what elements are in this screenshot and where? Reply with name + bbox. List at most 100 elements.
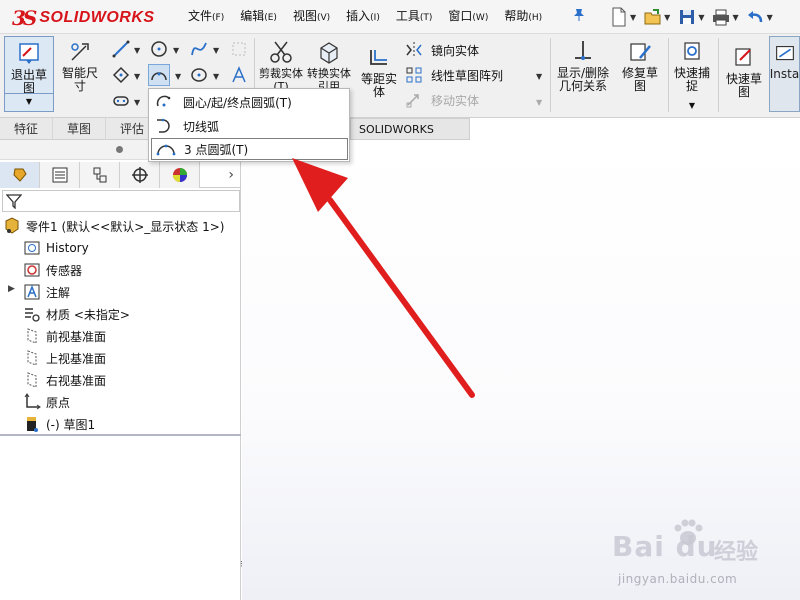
move-entities-button[interactable]: 移动实体 — [405, 90, 479, 110]
ellipse-button[interactable] — [188, 64, 210, 86]
menu-help[interactable]: 帮助(H) — [496, 0, 550, 32]
expand-arrow-icon[interactable]: ▶ — [8, 284, 15, 294]
chevron-down-icon[interactable]: ▼ — [213, 46, 219, 55]
tab-configuration-manager[interactable] — [80, 162, 120, 188]
convert-entities-button[interactable]: 转换实体引用 — [306, 38, 352, 93]
paw-icon — [674, 519, 703, 545]
command-manager: 退出草图 ▼ 智能尺寸 ▼ ▼ ▼ ▼ ▼ ▼ ▼ 剪裁实体(T) 转换实体引用… — [0, 34, 800, 118]
chevron-down-icon[interactable]: ▼ — [5, 93, 53, 109]
tab-dimxpert-manager[interactable] — [120, 162, 160, 188]
menu-edit[interactable]: 编辑(E) — [232, 0, 285, 32]
tree-item-origin[interactable]: 原点 — [22, 392, 70, 412]
chevron-down-icon[interactable]: ▼ — [536, 98, 542, 107]
separator — [718, 38, 719, 112]
smart-dimension-icon — [71, 43, 89, 61]
tree-item-sketch1[interactable]: (-) 草图1 — [22, 414, 95, 434]
chevron-down-icon[interactable]: ▼ — [213, 72, 219, 81]
sketch-icon — [22, 415, 42, 433]
display-relations-label: 显示/删除几何关系 — [556, 66, 610, 93]
circle-button[interactable] — [148, 38, 170, 60]
menu-tools[interactable]: 工具(T) — [388, 0, 441, 32]
quick-snaps-button[interactable]: 快速捕捉 ▼ — [670, 38, 714, 112]
chevron-down-icon[interactable]: ▼ — [173, 46, 179, 55]
menu-item-3point-arc[interactable]: 3 点圆弧(T) — [151, 138, 348, 160]
trim-entities-button[interactable]: 剪裁实体(T) — [258, 38, 304, 93]
tree-item-front-plane[interactable]: 前视基准面 — [22, 326, 106, 346]
tree-item-sensors[interactable]: 传感器 — [22, 260, 82, 280]
linear-pattern-label: 线性草图阵列 — [431, 68, 504, 83]
line-button[interactable] — [110, 38, 132, 60]
chevron-down-icon[interactable]: ▼ — [767, 13, 773, 22]
tree-item-top-plane[interactable]: 上视基准面 — [22, 348, 106, 368]
rollback-bar[interactable] — [0, 434, 241, 436]
exit-sketch-button[interactable]: 退出草图 ▼ — [4, 36, 54, 112]
display-relations-button[interactable]: 显示/删除几何关系 — [553, 38, 613, 93]
spline-button[interactable] — [188, 38, 210, 60]
tab-solidworks-mbd[interactable]: SOLIDWORKS MBD — [350, 118, 470, 158]
menu-view[interactable]: 视图(V) — [285, 0, 338, 32]
new-button[interactable]: ▼ — [610, 4, 636, 30]
chevron-down-icon[interactable]: ▼ — [732, 13, 738, 22]
undo-button[interactable]: ▼ — [747, 4, 773, 30]
chevron-down-icon[interactable]: ▼ — [134, 98, 140, 107]
watermark-cn: 经验 — [714, 540, 759, 565]
print-button[interactable]: ▼ — [712, 4, 739, 30]
chevron-down-icon[interactable]: ▼ — [134, 72, 140, 81]
sketch-text-icon — [232, 66, 246, 83]
tab-property-manager[interactable] — [40, 162, 80, 188]
tree-filter[interactable] — [2, 190, 240, 212]
more-tabs-chevron-icon[interactable]: › — [200, 162, 238, 188]
rectangle-button[interactable] — [110, 64, 132, 86]
feature-manager-panel: › 零件1 (默认<<默认>_显示状态 1>) History 传感器 ▶ 注解… — [0, 140, 243, 600]
tree-item-label: 前视基准面 — [46, 329, 107, 344]
menu-insert[interactable]: 插入(I) — [338, 0, 388, 32]
menu-item-tangent-arc[interactable]: 切线弧 — [151, 115, 348, 137]
3point-arc-icon — [156, 144, 176, 156]
rectangle-icon — [112, 66, 130, 84]
trim-scissors-icon — [270, 41, 292, 63]
tree-item-history[interactable]: History — [22, 238, 89, 258]
move-entities-label: 移动实体 — [431, 93, 480, 108]
solidworks-logo[interactable]: 3S SOLIDWORKS — [12, 6, 155, 30]
linear-pattern-button[interactable]: 线性草图阵列 — [405, 65, 503, 85]
chevron-down-icon[interactable]: ▼ — [134, 46, 140, 55]
tab-feature-manager[interactable] — [0, 162, 40, 188]
repair-sketch-button[interactable]: 修复草图 — [618, 38, 662, 93]
smart-dimension-button[interactable]: 智能尺寸 — [58, 38, 102, 93]
text-button[interactable] — [228, 64, 250, 86]
chevron-down-icon[interactable]: ▼ — [698, 13, 704, 22]
centerpoint-arc-icon — [156, 95, 171, 107]
plane-button[interactable] — [228, 38, 250, 60]
rapid-sketch-button[interactable]: 快速草图 — [721, 44, 767, 99]
chevron-down-icon[interactable]: ▼ — [664, 13, 670, 22]
mirror-entities-button[interactable]: 镜向实体 — [405, 40, 479, 60]
tree-item-right-plane[interactable]: 右视基准面 — [22, 370, 106, 390]
chevron-down-icon[interactable]: ▼ — [175, 72, 181, 81]
save-button[interactable]: ▼ — [678, 4, 704, 30]
menu-window[interactable]: 窗口(W) — [440, 0, 496, 32]
open-button[interactable]: ▼ — [644, 4, 670, 30]
exit-sketch-icon — [19, 43, 39, 64]
chevron-down-icon[interactable]: ▼ — [536, 72, 542, 81]
mirror-entities-label: 镜向实体 — [431, 43, 480, 58]
tree-item-material[interactable]: 材质 <未指定> — [22, 304, 130, 324]
tab-display-manager[interactable] — [160, 162, 200, 188]
pin-icon[interactable] — [571, 8, 587, 24]
chevron-down-icon[interactable]: ▼ — [630, 13, 636, 22]
arc-button[interactable] — [148, 64, 170, 86]
feature-manager-icon — [12, 168, 27, 182]
instant2d-button[interactable]: Insta — [769, 36, 800, 112]
quick-snaps-icon — [684, 42, 700, 60]
chevron-down-icon[interactable]: ▼ — [689, 99, 695, 112]
new-document-icon — [612, 7, 626, 27]
tree-item-annotations[interactable]: 注解 — [22, 282, 70, 302]
tab-sketch[interactable]: 草图 — [53, 118, 107, 140]
menu-item-centerpoint-arc[interactable]: 圆心/起/终点圆弧(T) — [151, 91, 348, 113]
tree-root-part[interactable]: 零件1 (默认<<默认>_显示状态 1>) — [2, 216, 224, 236]
tab-features[interactable]: 特征 — [0, 118, 54, 140]
menu-item-label: 3 点圆弧(T) — [184, 142, 249, 157]
menu-file[interactable]: 文件(F) — [180, 0, 232, 32]
spline-icon — [191, 42, 207, 56]
offset-entities-button[interactable]: 等距实体 — [356, 44, 402, 99]
slot-button[interactable] — [110, 90, 132, 112]
